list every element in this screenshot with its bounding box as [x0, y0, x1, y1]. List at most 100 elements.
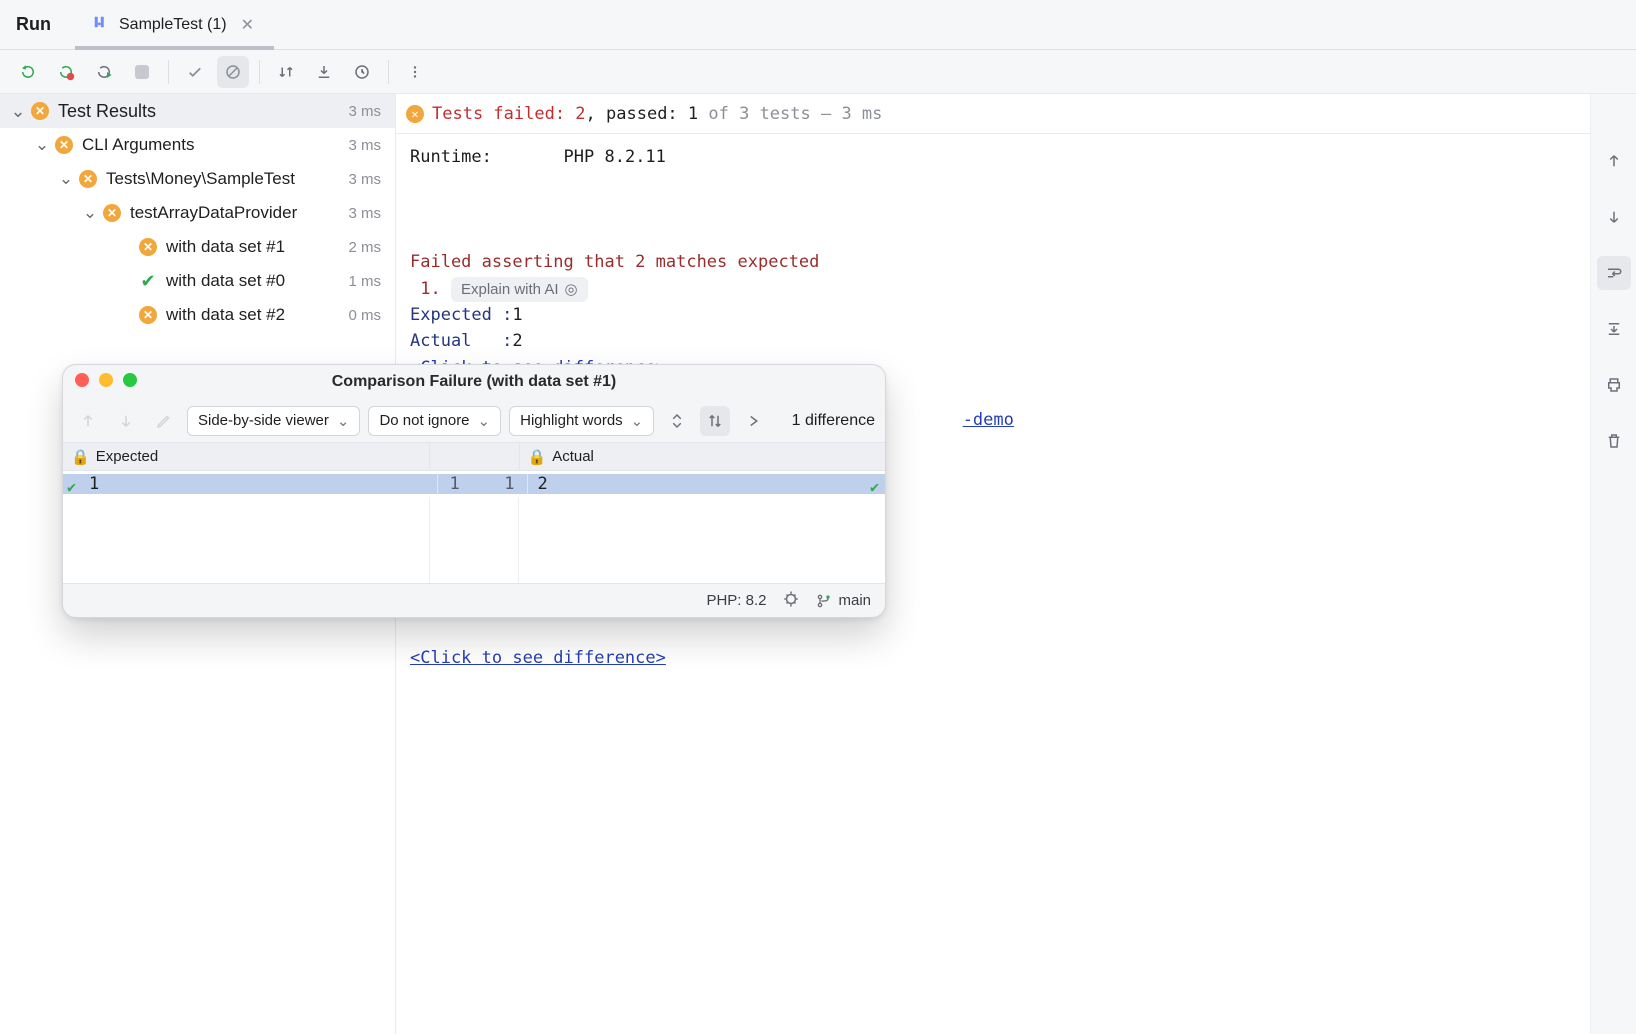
- test-tree[interactable]: ⌄ ✕ Test Results 3 ms ⌄ ✕ CLI Arguments …: [0, 94, 395, 332]
- branch-icon: [816, 593, 832, 609]
- expected-value: 1: [512, 305, 522, 325]
- git-branch-widget[interactable]: main: [816, 592, 871, 609]
- php-version-widget[interactable]: PHP: 8.2: [706, 592, 766, 609]
- prev-occurrence-button[interactable]: [1597, 144, 1631, 178]
- node-label: with data set #1: [166, 237, 348, 257]
- show-passed-toggle[interactable]: [179, 56, 211, 88]
- diff-count: 1 difference: [792, 412, 875, 430]
- scroll-to-end-button[interactable]: [1597, 312, 1631, 346]
- tab-underline: [75, 46, 274, 50]
- assertion-item-no: 1.: [420, 279, 440, 299]
- highlight-mode-select[interactable]: Highlight words⌄: [509, 406, 654, 436]
- actual-value: 2: [512, 331, 522, 351]
- node-duration: 1 ms: [348, 273, 381, 290]
- diff-header: 🔒Expected 🔒Actual: [63, 443, 885, 471]
- settings-button[interactable]: [738, 406, 768, 436]
- node-label: Tests\Money\SampleTest: [106, 169, 348, 189]
- chevron-down-icon: ⌄: [631, 412, 644, 430]
- tree-node-dataset-2[interactable]: ✕ with data set #2 0 ms: [0, 298, 395, 332]
- tree-node-dataset-0[interactable]: ✔ with data set #0 1 ms: [0, 264, 395, 298]
- explain-with-ai-button[interactable]: Explain with AI ◎: [451, 277, 588, 302]
- tree-node-dataset-1[interactable]: ✕ with data set #1 2 ms: [0, 230, 395, 264]
- tree-node-testarraydataprovider[interactable]: ⌄ ✕ testArrayDataProvider 3 ms: [0, 196, 395, 230]
- test-summary: ✕ Tests failed: 2, passed: 1 of 3 tests …: [396, 94, 1590, 134]
- actual-value: 2: [538, 474, 548, 494]
- show-ignored-toggle[interactable]: [217, 56, 249, 88]
- status-fail-icon: ✕: [102, 203, 122, 223]
- next-diff-button[interactable]: [111, 406, 141, 436]
- status-fail-icon: ✕: [138, 237, 158, 257]
- sync-scroll-button[interactable]: [700, 406, 730, 436]
- check-icon: ✔: [67, 478, 76, 496]
- tree-node-root[interactable]: ⌄ ✕ Test Results 3 ms: [0, 94, 395, 128]
- prev-diff-button[interactable]: [73, 406, 103, 436]
- ignore-mode-select[interactable]: Do not ignore⌄: [368, 406, 501, 436]
- edit-button[interactable]: [149, 406, 179, 436]
- node-duration: 3 ms: [348, 137, 381, 154]
- lock-icon: 🔒: [71, 448, 90, 466]
- comparison-failure-dialog[interactable]: Comparison Failure (with data set #1) Si…: [62, 364, 886, 618]
- tree-node-sampletest[interactable]: ⌄ ✕ Tests\Money\SampleTest 3 ms: [0, 162, 395, 196]
- see-difference-link-2[interactable]: <Click to see difference>: [410, 648, 666, 668]
- diff-toolbar: Side-by-side viewer⌄ Do not ignore⌄ High…: [63, 399, 885, 443]
- node-label: CLI Arguments: [82, 135, 348, 155]
- node-label: with data set #2: [166, 305, 348, 325]
- node-duration: 0 ms: [348, 307, 381, 324]
- run-tab-sampletest[interactable]: SampleTest (1) ✕: [75, 0, 274, 49]
- diff-empty: [63, 497, 885, 583]
- print-button[interactable]: [1597, 368, 1631, 402]
- window-controls: [75, 373, 137, 387]
- history-button[interactable]: [346, 56, 378, 88]
- diff-row[interactable]: ✔1 11 2✔: [63, 471, 885, 497]
- rerun-failed-button[interactable]: [50, 56, 82, 88]
- sort-button[interactable]: [270, 56, 302, 88]
- node-duration: 2 ms: [348, 239, 381, 256]
- dialog-titlebar[interactable]: Comparison Failure (with data set #1): [63, 365, 885, 399]
- chevron-down-icon: ⌄: [478, 412, 491, 430]
- collapse-unchanged-button[interactable]: [662, 406, 692, 436]
- clear-all-button[interactable]: [1597, 424, 1631, 458]
- separator: [259, 60, 260, 84]
- minimize-window-button[interactable]: [99, 373, 113, 387]
- stop-button[interactable]: [126, 56, 158, 88]
- chevron-down-icon: ⌄: [337, 412, 350, 430]
- demo-link-fragment[interactable]: -demo: [963, 410, 1014, 430]
- node-label: with data set #0: [166, 271, 348, 291]
- zoom-window-button[interactable]: [123, 373, 137, 387]
- close-icon[interactable]: ✕: [237, 13, 258, 37]
- lock-icon: 🔒: [528, 448, 547, 466]
- chevron-down-icon[interactable]: ⌄: [82, 203, 98, 223]
- diff-statusbar: PHP: 8.2 main: [63, 583, 885, 617]
- expected-header: 🔒Expected: [63, 443, 430, 470]
- gutter-header: [430, 443, 520, 470]
- tree-node-cli-arguments[interactable]: ⌄ ✕ CLI Arguments 3 ms: [0, 128, 395, 162]
- toggle-autotest-button[interactable]: [88, 56, 120, 88]
- status-fail-icon: ✕: [54, 135, 74, 155]
- debug-icon[interactable]: [782, 590, 800, 612]
- run-toolbar: [0, 50, 1636, 94]
- import-button[interactable]: [308, 56, 340, 88]
- rerun-button[interactable]: [12, 56, 44, 88]
- chevron-down-icon[interactable]: ⌄: [34, 135, 50, 155]
- next-occurrence-button[interactable]: [1597, 200, 1631, 234]
- ai-icon: ◎: [565, 278, 578, 301]
- diff-body[interactable]: ✔1 11 2✔: [63, 471, 885, 583]
- node-label: Test Results: [58, 101, 348, 122]
- node-duration: 3 ms: [348, 171, 381, 188]
- summary-passed: , passed: 1: [586, 104, 699, 124]
- chevron-down-icon[interactable]: ⌄: [10, 101, 26, 122]
- expected-label: Expected :: [410, 305, 512, 325]
- status-fail-icon: ✕: [138, 305, 158, 325]
- summary-failed: Tests failed: 2: [432, 104, 586, 124]
- status-fail-icon: ✕: [78, 169, 98, 189]
- status-ok-icon: ✔: [138, 271, 158, 291]
- more-button[interactable]: [399, 56, 431, 88]
- tab-label: SampleTest (1): [119, 16, 227, 34]
- chevron-down-icon[interactable]: ⌄: [58, 169, 74, 189]
- softwrap-button[interactable]: [1597, 256, 1631, 290]
- close-window-button[interactable]: [75, 373, 89, 387]
- node-duration: 3 ms: [348, 205, 381, 222]
- tab-bar: Run SampleTest (1) ✕: [0, 0, 1636, 50]
- viewer-mode-select[interactable]: Side-by-side viewer⌄: [187, 406, 360, 436]
- line-right: 1: [504, 474, 514, 494]
